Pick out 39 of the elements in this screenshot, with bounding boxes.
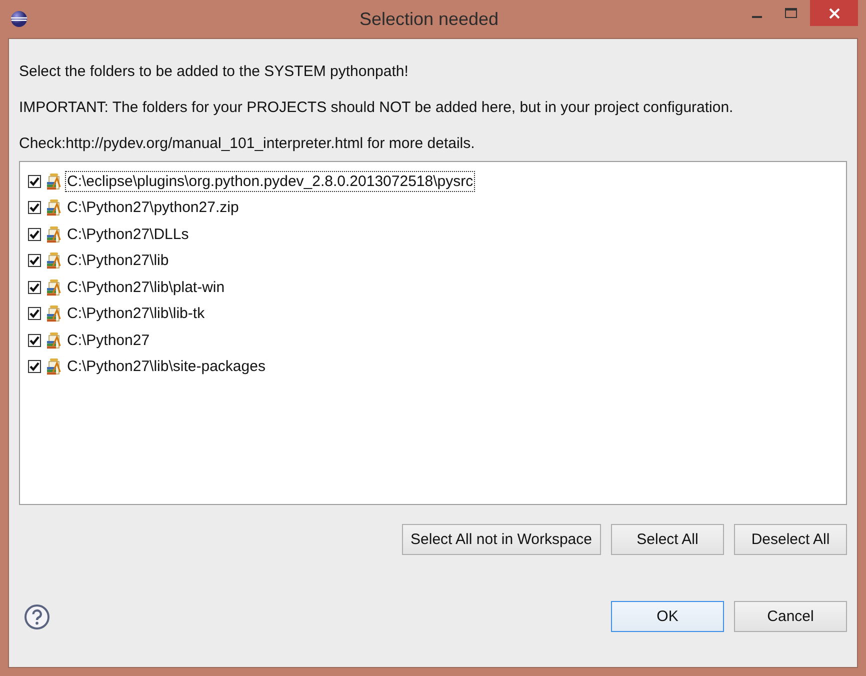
library-jar-icon [46,199,62,216]
checkbox[interactable] [28,280,41,294]
message-text: Select the folders to be added to the SYSTEM pythonpath! [19,62,410,81]
folder-path[interactable]: C:\Python27\python27.zip [65,197,241,218]
library-jar-icon [46,172,62,190]
library-jar-icon [46,252,62,270]
dialog-button[interactable]: OK [611,601,724,632]
close-icon [828,8,840,18]
checkbox[interactable] [28,254,41,268]
checkbox[interactable] [28,334,41,347]
checkbox[interactable] [28,307,41,320]
message-text: IMPORTANT: The folders for your PROJECTS should NOT be added here, but in your project configuration. [19,98,734,117]
folder-path[interactable]: C:\Python27\DLLs [65,224,191,245]
folder-path[interactable]: C:\Python27\lib\lib-tk [65,303,207,324]
folder-path[interactable]: C:\eclipse\plugins\org.python.pydev_2.8.0.2013072518\pysrc [65,170,476,192]
checkbox[interactable] [28,201,41,214]
maximize-icon [785,8,797,18]
selection-button[interactable]: Deselect All [734,524,847,555]
checkbox[interactable] [28,174,41,188]
globe-icon [10,10,28,28]
selection-button[interactable]: Select All not in Workspace [402,524,601,555]
checkbox[interactable] [28,360,41,374]
help-icon[interactable] [24,604,50,630]
minimize-icon [752,16,762,18]
close-button[interactable] [810,0,858,26]
library-jar-icon [46,278,62,296]
folder-path[interactable]: C:\Python27\lib\site-packages [65,356,268,378]
folder-path[interactable]: C:\Python27\lib [65,250,171,272]
checkbox[interactable] [28,228,41,241]
library-jar-icon [46,358,62,376]
folder-path[interactable]: C:\Python27\lib\plat-win [65,276,227,298]
library-jar-icon [46,226,62,243]
message-text: Check:http://pydev.org/manual_101_interpreter.html for more details. [19,134,476,153]
folder-path[interactable]: C:\Python27 [65,330,152,351]
window-title: Selection needed [358,8,500,30]
dialog-button[interactable]: Cancel [734,601,847,632]
library-jar-icon [46,332,62,349]
selection-button[interactable]: Select All [611,524,724,555]
library-jar-icon [46,305,62,322]
